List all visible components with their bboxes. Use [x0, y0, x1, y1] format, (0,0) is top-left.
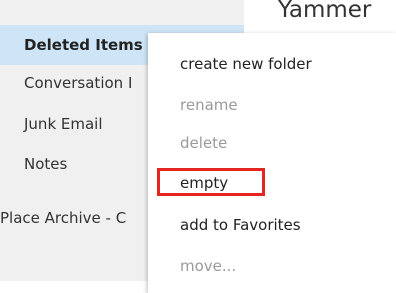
folder-conversation-history[interactable]: Conversation I: [24, 74, 132, 92]
folder-junk-email[interactable]: Junk Email: [24, 115, 103, 133]
folder-place-archive[interactable]: Place Archive - C: [0, 209, 126, 227]
yammer-title: Yammer: [278, 0, 372, 23]
menu-item-add-to-favorites[interactable]: add to Favorites: [180, 216, 301, 234]
folder-notes[interactable]: Notes: [24, 155, 67, 173]
folder-context-menu: create new folder rename delete empty ad…: [148, 33, 396, 293]
menu-item-rename: rename: [180, 96, 238, 114]
menu-item-delete: delete: [180, 134, 228, 152]
empty-highlight-box: [157, 168, 265, 196]
menu-item-create-new-folder[interactable]: create new folder: [180, 55, 312, 73]
folder-deleted-items[interactable]: Deleted Items: [24, 36, 143, 54]
menu-item-move: move...: [180, 257, 237, 275]
